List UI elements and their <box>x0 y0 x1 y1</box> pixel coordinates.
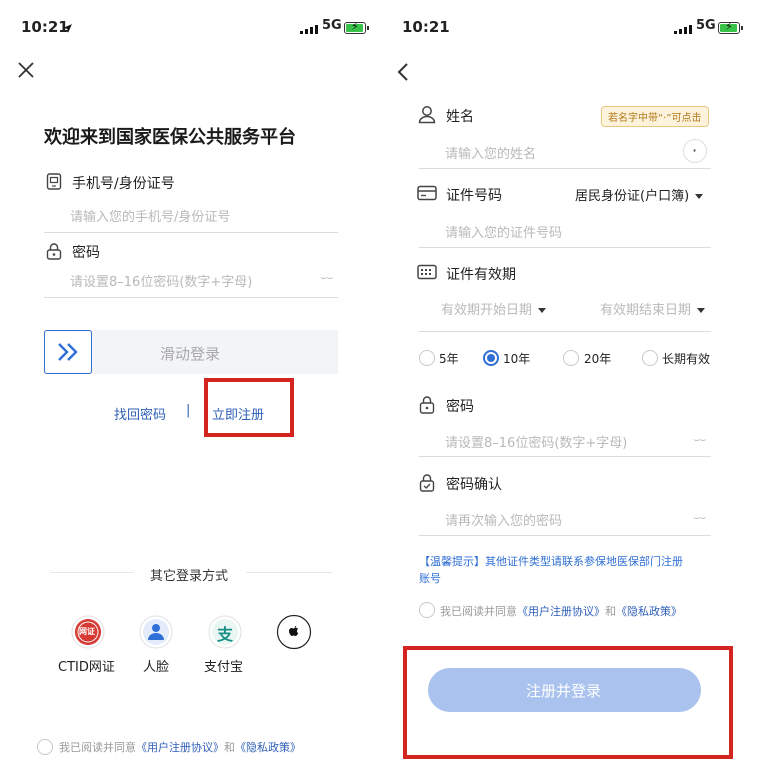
divider <box>419 456 711 457</box>
dot-insert-button[interactable]: · <box>683 139 707 163</box>
user-agreement-link[interactable]: 《用户注册协议》 <box>136 741 224 754</box>
divider <box>50 572 134 573</box>
lock-check-icon <box>419 473 435 496</box>
caret-down-icon <box>538 308 547 313</box>
highlight-box <box>403 646 733 759</box>
validity-end-select[interactable]: 有效期结束日期 <box>600 299 706 318</box>
divider <box>419 168 711 169</box>
privacy-policy-link[interactable]: 《隐私政策》 <box>235 741 301 754</box>
tip-line-2: 账号 <box>419 572 441 585</box>
agreement-text: 我已阅读并同意《用户注册协议》和《隐私政策》 <box>440 603 682 619</box>
slide-to-login[interactable]: 滑动登录 <box>44 330 338 374</box>
name-input[interactable]: 请输入您的姓名 <box>445 143 536 162</box>
lock-icon <box>46 242 62 264</box>
signal-icon <box>300 24 318 34</box>
slider-text: 滑动登录 <box>160 345 221 363</box>
page-title: 欢迎来到国家医保公共服务平台 <box>44 127 296 148</box>
duration-20y-label[interactable]: 20年 <box>584 350 611 367</box>
login-screen: 10:21 5G ⚡ 欢迎来到国家医保公共服务平台 手机号/身份证号 请输入您的… <box>0 0 378 775</box>
agree-prefix: 我已阅读并同意 <box>440 605 517 618</box>
face-icon[interactable] <box>139 615 173 653</box>
password-input[interactable]: 请设置8–16位密码(数字+字母) <box>445 432 627 451</box>
close-icon[interactable] <box>18 62 34 82</box>
divider <box>419 535 711 536</box>
ctid-badge: 网证 <box>79 627 95 636</box>
name-dot-tip: 若名字中带“·”可点击 <box>601 106 709 127</box>
name-label: 姓名 <box>446 109 474 125</box>
agree-checkbox[interactable] <box>419 602 435 618</box>
double-chevron-right-icon <box>58 343 78 361</box>
ctid-label[interactable]: CTID网证 <box>58 656 115 675</box>
duration-10y-label[interactable]: 10年 <box>503 350 530 367</box>
duration-permanent-label[interactable]: 长期有效 <box>662 350 710 367</box>
battery-icon: ⚡ <box>344 20 369 34</box>
id-type-select[interactable]: 居民身份证(户口簿) <box>575 185 704 204</box>
lock-icon <box>419 395 435 418</box>
duration-permanent-radio[interactable] <box>642 350 658 366</box>
calendar-icon <box>417 264 437 284</box>
validity-end-text: 有效期结束日期 <box>600 303 692 318</box>
face-label[interactable]: 人脸 <box>143 656 169 675</box>
network-label: 5G <box>322 18 342 33</box>
agree-and: 和 <box>224 741 235 754</box>
agree-checkbox[interactable] <box>37 739 53 755</box>
divider <box>419 331 711 332</box>
eye-closed-icon[interactable]: ⌣⌣ <box>693 433 707 447</box>
other-methods-title: 其它登录方式 <box>150 569 229 584</box>
link-separator: | <box>186 403 191 418</box>
duration-10y-radio[interactable] <box>483 350 499 366</box>
id-label: 证件号码 <box>446 188 502 204</box>
tip-line-1: 【温馨提示】其他证件类型请联系参保地医保部门注册 <box>419 555 683 568</box>
phone-input[interactable]: 请输入您的手机号/身份证号 <box>70 206 230 225</box>
divider <box>44 297 338 298</box>
id-type-value: 居民身份证(户口簿) <box>575 189 690 204</box>
highlight-box <box>204 378 294 437</box>
password-label: 密码 <box>446 399 474 415</box>
apple-icon[interactable] <box>276 614 312 654</box>
alipay-glyph: 支 <box>217 625 234 644</box>
agree-prefix: 我已阅读并同意 <box>59 741 136 754</box>
caret-down-icon <box>695 194 704 199</box>
dot-glyph: · <box>692 141 698 160</box>
phone-id-icon <box>46 173 62 195</box>
validity-start-select[interactable]: 有效期开始日期 <box>441 299 547 318</box>
signal-icon <box>674 24 692 34</box>
alipay-icon[interactable]: 支 <box>208 615 242 653</box>
confirm-password-label: 密码确认 <box>446 477 502 493</box>
phone-label: 手机号/身份证号 <box>72 176 175 192</box>
eye-closed-icon[interactable]: ⌣⌣ <box>693 511 707 525</box>
divider <box>44 232 338 233</box>
agree-and: 和 <box>605 605 616 618</box>
password-label: 密码 <box>72 245 100 261</box>
duration-5y-label[interactable]: 5年 <box>439 350 459 367</box>
forgot-password-link[interactable]: 找回密码 <box>114 404 166 423</box>
alipay-label[interactable]: 支付宝 <box>204 656 243 675</box>
divider <box>246 572 332 573</box>
network-label: 5G <box>696 18 716 33</box>
divider <box>419 247 711 248</box>
register-screen: 10:21 5G ⚡ 姓名 若名字中带“·”可点击 请输入您的姓名 · 证件号码… <box>379 0 757 775</box>
confirm-password-input[interactable]: 请再次输入您的密码 <box>445 510 562 529</box>
status-time: 10:21 <box>402 18 450 36</box>
slider-handle[interactable] <box>44 330 92 374</box>
duration-5y-radio[interactable] <box>419 350 435 366</box>
person-icon <box>417 104 437 128</box>
back-icon[interactable] <box>397 62 409 86</box>
id-card-icon <box>417 185 437 205</box>
eye-closed-icon[interactable]: ⌣⌣ <box>320 271 334 285</box>
validity-start-text: 有效期开始日期 <box>441 303 533 318</box>
battery-icon: ⚡ <box>718 20 743 34</box>
id-number-input[interactable]: 请输入您的证件号码 <box>445 222 562 241</box>
ctid-icon[interactable]: 网证 <box>71 615 105 653</box>
status-bar: 10:21 5G ⚡ <box>379 14 757 40</box>
duration-20y-radio[interactable] <box>563 350 579 366</box>
agreement-text: 我已阅读并同意《用户注册协议》和《隐私政策》 <box>59 739 301 755</box>
validity-label: 证件有效期 <box>446 267 516 283</box>
location-arrow-icon <box>62 20 73 38</box>
status-bar: 10:21 5G ⚡ <box>0 14 378 40</box>
user-agreement-link[interactable]: 《用户注册协议》 <box>517 605 605 618</box>
privacy-policy-link[interactable]: 《隐私政策》 <box>616 605 682 618</box>
caret-down-icon <box>697 308 706 313</box>
password-input[interactable]: 请设置8–16位密码(数字+字母) <box>70 271 252 290</box>
